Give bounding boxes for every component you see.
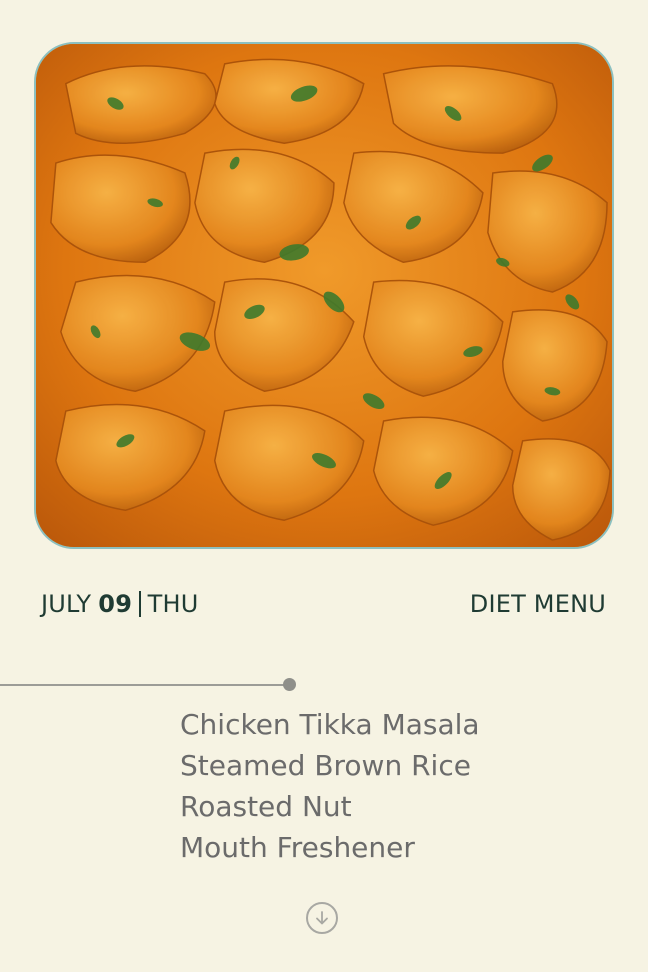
menu-item: Steamed Brown Rice <box>180 749 471 782</box>
arrow-down-icon <box>316 911 328 925</box>
diet-menu-card: JULY 09 THU DIET MENU Chicken Tikka Masa… <box>0 0 648 972</box>
curry-illustration <box>36 44 612 547</box>
scroll-down-button[interactable] <box>306 902 338 934</box>
date-weekday: THU <box>147 590 199 618</box>
timeline-dot <box>283 678 296 691</box>
date-divider <box>139 591 141 617</box>
menu-item: Mouth Freshener <box>180 831 415 864</box>
dish-photo <box>34 42 614 549</box>
menu-date: JULY 09 THU <box>41 590 198 618</box>
date-day: 09 <box>98 590 133 618</box>
date-month: JULY <box>41 590 92 618</box>
menu-item: Roasted Nut <box>180 790 352 823</box>
menu-title: DIET MENU <box>469 590 606 618</box>
timeline-line <box>0 684 289 686</box>
menu-item-list: Chicken Tikka Masala Steamed Brown Rice … <box>180 704 480 868</box>
menu-item: Chicken Tikka Masala <box>180 708 480 741</box>
